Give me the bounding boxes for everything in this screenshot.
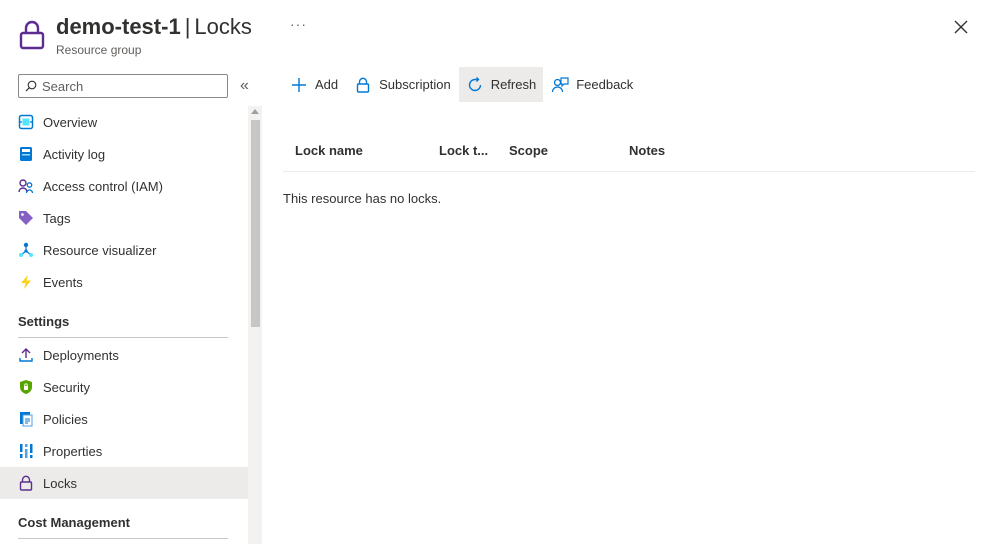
refresh-button-label: Refresh (490, 77, 537, 92)
sidebar-item-label: Tags (43, 210, 71, 226)
sidebar-item-label: Resource visualizer (43, 242, 157, 258)
search-icon (25, 80, 37, 92)
sidebar-item-activity-log[interactable]: Activity log (0, 138, 248, 170)
scroll-up-arrow[interactable] (251, 109, 259, 114)
sidebar-item-label: Overview (43, 114, 98, 130)
sidebar-item-properties[interactable]: Properties (0, 435, 248, 467)
section-heading-settings: Settings (18, 314, 228, 338)
search-box[interactable] (18, 74, 228, 98)
sidebar-item-resource-visualizer[interactable]: Resource visualizer (0, 234, 248, 266)
column-header-notes[interactable]: Notes (629, 143, 665, 158)
locks-table-header: Lock name Lock t... Scope Notes (283, 134, 975, 172)
empty-state-message: This resource has no locks. (283, 191, 442, 206)
refresh-button[interactable]: Refresh (458, 67, 544, 102)
upload-icon (18, 347, 34, 363)
scrollbar-thumb[interactable] (251, 120, 260, 327)
feedback-button-label: Feedback (576, 77, 634, 92)
more-options-button[interactable]: ··· (290, 16, 307, 32)
refresh-icon (466, 76, 484, 94)
sidebar-item-label: Properties (43, 443, 103, 459)
sidebar-item-deployments[interactable]: Deployments (0, 339, 248, 371)
lock-icon (19, 20, 45, 50)
feedback-icon (551, 76, 569, 94)
command-bar: Add Subscription Refresh Feedback (283, 67, 640, 102)
add-button-label: Add (315, 77, 339, 92)
sidebar-item-label: Policies (43, 411, 88, 427)
sidebar-item-label: Activity log (43, 146, 106, 162)
plus-icon (290, 76, 308, 94)
title-separator: | (184, 14, 191, 39)
subscription-button[interactable]: Subscription (347, 67, 458, 102)
shield-icon (18, 379, 34, 395)
tag-icon (18, 210, 34, 226)
page-header: demo-test-1 | Locks Resource group (56, 12, 252, 58)
resource-name: demo-test-1 (56, 14, 181, 39)
activity-log-icon (18, 146, 34, 162)
sidebar-item-iam[interactable]: Access control (IAM) (0, 170, 248, 202)
iam-icon (18, 178, 34, 194)
sidebar-item-events[interactable]: Events (0, 266, 248, 298)
sidebar-item-locks[interactable]: Locks (0, 467, 248, 499)
page-title: demo-test-1 | Locks (56, 12, 252, 42)
lock-icon (354, 76, 372, 94)
sidebar-item-security[interactable]: Security (0, 371, 248, 403)
close-icon[interactable] (951, 17, 971, 37)
add-button[interactable]: Add (283, 67, 345, 102)
lightning-icon (18, 274, 34, 290)
sidebar-item-label: Locks (43, 475, 77, 491)
properties-icon (18, 443, 34, 459)
lock-icon (18, 475, 34, 491)
column-header-lock-type[interactable]: Lock t... (439, 143, 488, 158)
collapse-sidebar-button[interactable]: « (240, 77, 249, 95)
overview-icon (18, 114, 34, 130)
policy-icon (18, 411, 34, 427)
sidebar-item-tags[interactable]: Tags (0, 202, 248, 234)
section-heading-cost-management: Cost Management (18, 515, 228, 539)
sidebar-item-label: Security (43, 379, 90, 395)
subscription-button-label: Subscription (379, 77, 451, 92)
sidebar-item-label: Events (43, 274, 83, 290)
sidebar-item-label: Deployments (43, 347, 119, 363)
sidebar-item-overview[interactable]: Overview (0, 106, 248, 138)
column-header-lock-name[interactable]: Lock name (295, 143, 363, 158)
sidebar-item-label: Access control (IAM) (43, 178, 163, 194)
blade-title: Locks (194, 14, 252, 39)
sidebar-item-policies[interactable]: Policies (0, 403, 248, 435)
column-header-scope[interactable]: Scope (509, 143, 548, 158)
page-subtitle: Resource group (56, 43, 142, 57)
search-input[interactable] (42, 78, 212, 94)
feedback-button[interactable]: Feedback (544, 67, 640, 102)
visualizer-icon (18, 242, 34, 258)
